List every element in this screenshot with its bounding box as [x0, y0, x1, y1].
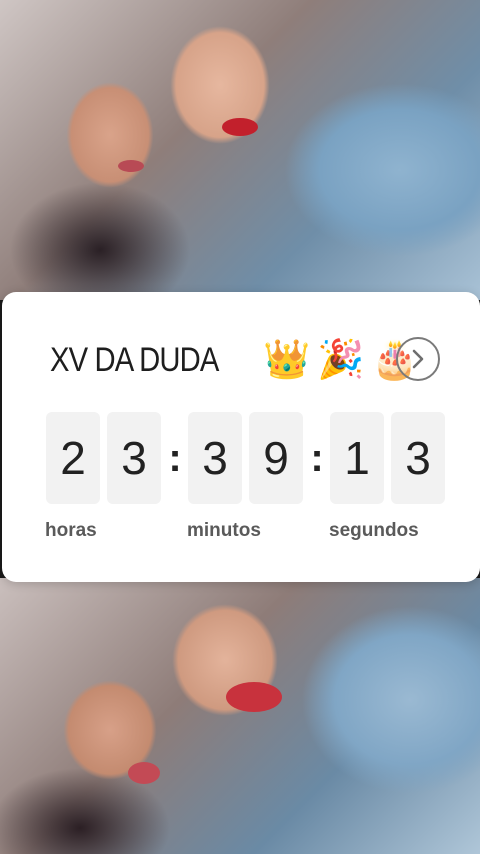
countdown-sticker[interactable]: XV DA DUDA 👑 🎉 🎂 2 3 : 3 9 : 1 3 horas m… [2, 292, 480, 582]
countdown-header: XV DA DUDA 👑 🎉 🎂 [50, 330, 440, 390]
photo-detail [226, 682, 282, 712]
time-separator: : [168, 435, 182, 480]
seconds-digit: 1 [330, 412, 384, 504]
photo-detail [128, 762, 160, 784]
background-photo-top [0, 0, 480, 300]
photo-detail [118, 160, 144, 172]
open-countdown-button[interactable] [396, 337, 440, 381]
hours-digit: 2 [46, 412, 100, 504]
background-photo-bottom [0, 578, 480, 854]
time-separator: : [310, 435, 324, 480]
crown-icon: 👑 [263, 339, 311, 381]
seconds-label: segundos [329, 520, 419, 541]
countdown-title: XV DA DUDA [50, 340, 219, 379]
minutes-label: minutos [187, 520, 261, 541]
minutes-digit: 3 [188, 412, 242, 504]
chevron-right-icon [412, 349, 424, 369]
photo-detail [222, 118, 258, 136]
seconds-digit: 3 [391, 412, 445, 504]
hours-digit: 3 [107, 412, 161, 504]
minutes-digit: 9 [249, 412, 303, 504]
party-popper-icon: 🎉 [317, 339, 365, 381]
hours-label: horas [45, 520, 97, 541]
